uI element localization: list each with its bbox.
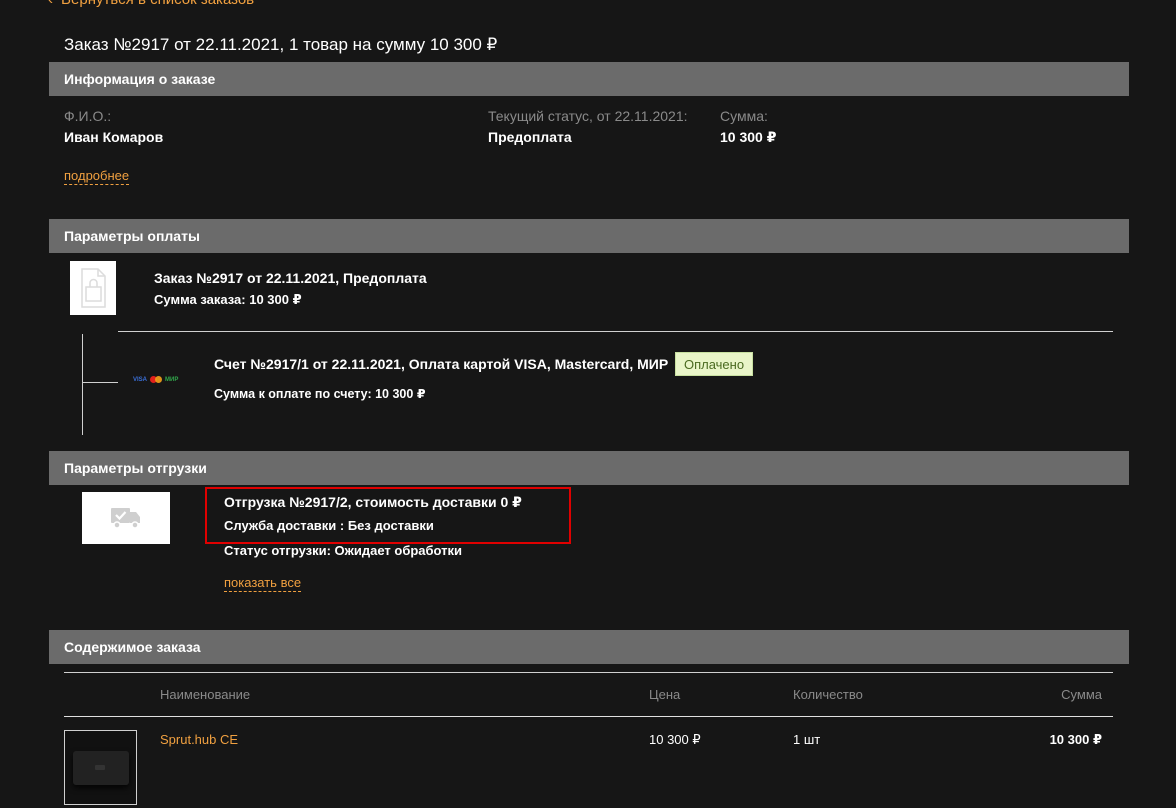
shipment-params-header-label: Параметры отгрузки: [64, 460, 207, 476]
table-top-border: [64, 672, 1113, 673]
back-to-orders-link[interactable]: ‹ Вернуться в список заказов: [48, 0, 254, 8]
order-icon-box: [70, 261, 116, 315]
table-header-border: [64, 716, 1113, 717]
column-header-price: Цена: [649, 687, 681, 702]
visa-logo-icon: VISA: [133, 376, 148, 383]
shipment-service: Служба доставки : Без доставки: [224, 518, 434, 533]
column-header-sum: Сумма: [1061, 687, 1102, 702]
order-info-header: Информация о заказе: [49, 62, 1129, 96]
status-value: Предоплата: [488, 129, 572, 145]
shipment-status: Статус отгрузки: Ожидает обработки: [224, 543, 463, 558]
fio-label: Ф.И.О.:: [64, 108, 112, 124]
order-contents-header-label: Содержимое заказа: [64, 639, 201, 655]
mastercard-logo-icon: [150, 376, 163, 383]
chevron-left-icon: ‹: [48, 0, 53, 8]
payment-order-title: Заказ №2917 от 22.11.2021, Предоплата: [154, 270, 427, 286]
delivery-truck-icon: [111, 508, 140, 529]
payment-divider: [118, 331, 1113, 332]
sum-value: 10 300 ₽: [720, 129, 777, 145]
invoice-title: Счет №2917/1 от 22.11.2021, Оплата карто…: [214, 356, 669, 372]
product-name-link[interactable]: Sprut.hub CE: [160, 732, 238, 747]
column-header-qty: Количество: [793, 687, 863, 702]
product-price: 10 300 ₽: [649, 732, 701, 747]
tree-line-vertical: [82, 334, 83, 435]
payment-params-header: Параметры оплаты: [49, 219, 1129, 253]
fio-value: Иван Комаров: [64, 129, 164, 145]
status-label: Текущий статус, от 22.11.2021:: [488, 108, 688, 124]
sum-label: Сумма:: [720, 108, 768, 124]
product-device-thumbnail: [73, 751, 129, 785]
mir-logo-icon: МИР: [165, 376, 179, 383]
product-quantity: 1 шт: [793, 732, 821, 747]
payment-params-header-label: Параметры оплаты: [64, 228, 200, 244]
back-link-label: Вернуться в список заказов: [61, 0, 254, 8]
column-header-name: Наименование: [160, 687, 251, 702]
show-all-link[interactable]: показать все: [224, 575, 302, 592]
product-image[interactable]: [64, 730, 137, 805]
order-details-link[interactable]: подробнее: [64, 168, 130, 185]
shipment-title: Отгрузка №2917/2, стоимость доставки 0 ₽: [224, 494, 522, 510]
page-title: Заказ №2917 от 22.11.2021, 1 товар на су…: [64, 35, 498, 54]
tree-line-horizontal: [82, 382, 118, 383]
product-sum: 10 300 ₽: [1049, 732, 1102, 747]
payment-order-sum: Сумма заказа: 10 300 ₽: [154, 292, 302, 307]
card-logos: VISA МИР: [133, 376, 178, 383]
shipment-icon-box: [82, 492, 170, 544]
paid-status-badge: Оплачено: [675, 352, 753, 376]
order-info-header-label: Информация о заказе: [64, 71, 216, 87]
shopping-bag-icon: [81, 268, 106, 308]
shipment-params-header: Параметры отгрузки: [49, 451, 1129, 485]
order-contents-header: Содержимое заказа: [49, 630, 1129, 664]
invoice-sum: Сумма к оплате по счету: 10 300 ₽: [214, 387, 426, 401]
